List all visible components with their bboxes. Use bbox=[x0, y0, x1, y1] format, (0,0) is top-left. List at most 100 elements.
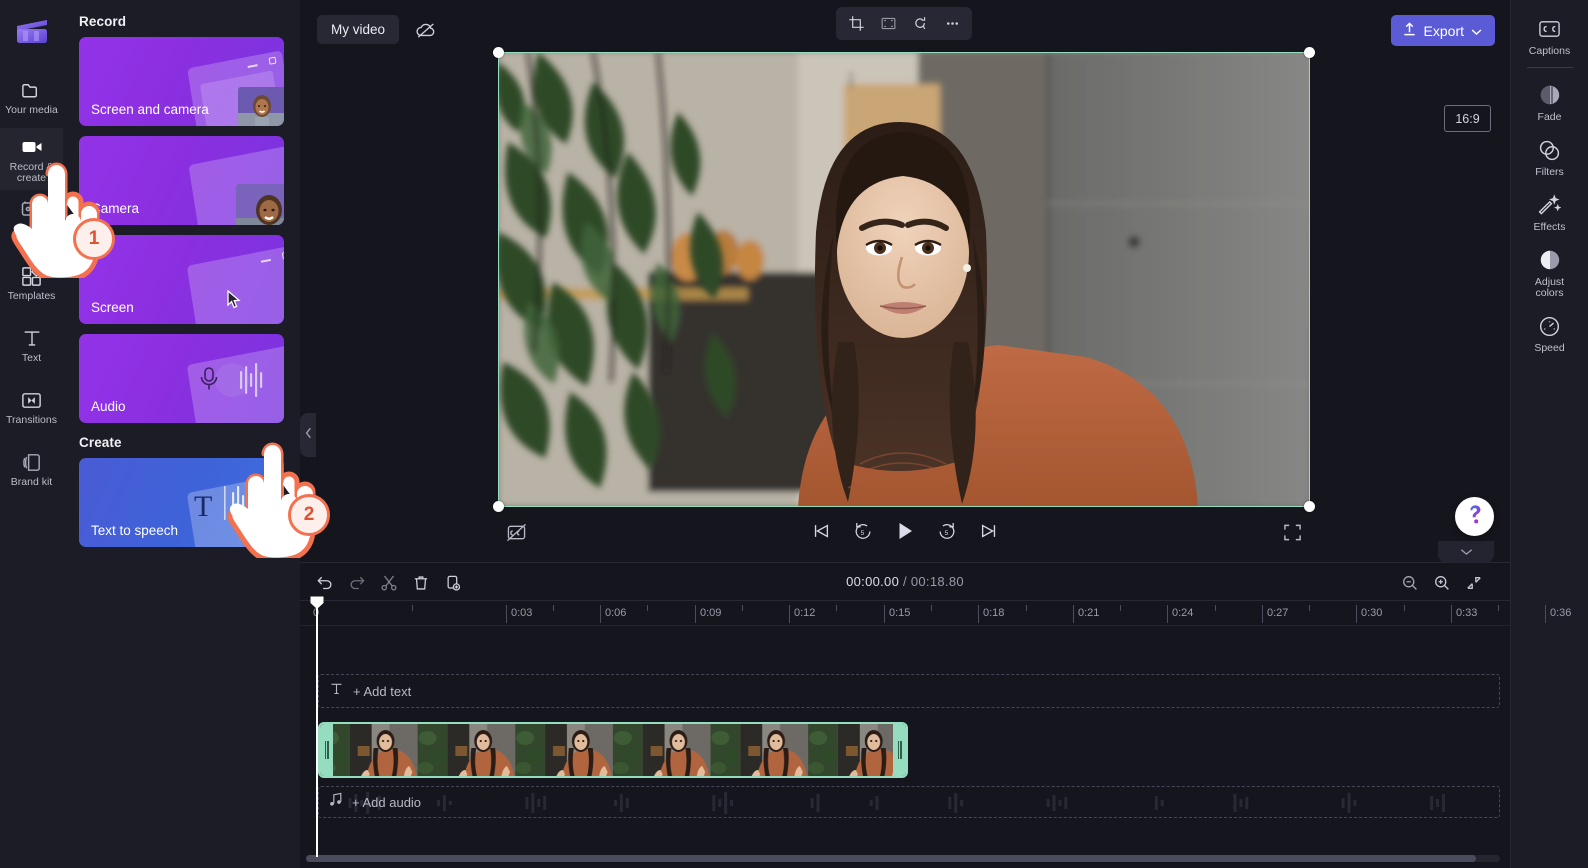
captions-off-icon[interactable] bbox=[503, 519, 529, 545]
chevron-down-icon bbox=[1471, 23, 1482, 39]
sidebar-item-label: Text bbox=[21, 352, 42, 364]
playback-bar: 5 5 bbox=[300, 512, 1510, 558]
screen-and-camera-record-card[interactable]: Screen and camera bbox=[79, 37, 284, 126]
delete-button[interactable] bbox=[408, 571, 434, 595]
annotation-badge-1: 1 bbox=[73, 218, 115, 260]
export-button[interactable]: Export bbox=[1390, 15, 1495, 46]
text-to-speech-card[interactable]: T Text to speech bbox=[79, 458, 284, 547]
resize-handle-tr[interactable] bbox=[1304, 47, 1315, 58]
ruler-label: 0:15 bbox=[889, 607, 911, 619]
ruler-label: 0:36 bbox=[1550, 607, 1572, 619]
aspect-ratio-badge[interactable]: 16:9 bbox=[1444, 105, 1491, 132]
svg-text:5: 5 bbox=[860, 530, 864, 537]
duplicate-button[interactable] bbox=[440, 571, 466, 595]
sidebar-item-label: Your media bbox=[5, 104, 58, 116]
jump-to-end-button[interactable] bbox=[976, 518, 1002, 544]
top-toolbar: My video Export bbox=[300, 0, 1510, 58]
timeline-scrollbar[interactable] bbox=[306, 855, 1500, 862]
annotation-badge-2: 2 bbox=[288, 494, 330, 536]
audio-waveform-icon bbox=[348, 792, 1445, 814]
ruler-label: 0:27 bbox=[1267, 607, 1289, 619]
right-rail-label: Fade bbox=[1537, 111, 1562, 123]
help-button[interactable] bbox=[1455, 497, 1494, 536]
right-rail-item-captions[interactable]: Captions bbox=[1511, 8, 1588, 63]
sidebar-item-record-create[interactable]: Record & create bbox=[0, 128, 63, 190]
resize-handle-br[interactable] bbox=[1304, 501, 1315, 512]
add-audio-label: + Add audio bbox=[352, 794, 422, 810]
video-clip[interactable] bbox=[318, 722, 908, 778]
templates-icon bbox=[20, 264, 44, 288]
speed-icon bbox=[1538, 314, 1562, 338]
right-rail-item-effects[interactable]: Effects bbox=[1511, 184, 1588, 239]
microphone-icon bbox=[196, 360, 274, 405]
crop-icon[interactable] bbox=[841, 10, 871, 37]
fullscreen-button[interactable] bbox=[1280, 520, 1304, 544]
fade-icon bbox=[1538, 83, 1562, 107]
folder-icon bbox=[20, 78, 44, 102]
preview-float-toolbar bbox=[836, 7, 972, 40]
project-title-button[interactable]: My video bbox=[317, 15, 400, 44]
ruler-label: 0:03 bbox=[511, 607, 533, 619]
badge-number: 1 bbox=[88, 228, 100, 249]
right-rail-item-speed[interactable]: Speed bbox=[1511, 305, 1588, 360]
sidebar-item-your-media[interactable]: Your media bbox=[0, 66, 63, 128]
scrollbar-thumb[interactable] bbox=[306, 855, 1477, 862]
right-rail-item-filters[interactable]: Filters bbox=[1511, 129, 1588, 184]
filters-icon bbox=[1538, 138, 1562, 162]
undo-button[interactable] bbox=[312, 571, 338, 595]
transitions-icon bbox=[20, 388, 44, 412]
avatar bbox=[238, 87, 284, 126]
resize-handle-tl[interactable] bbox=[493, 47, 504, 58]
panel-collapse-button[interactable] bbox=[300, 413, 316, 457]
brand-kit-icon bbox=[20, 450, 44, 474]
timeline-tracks: + Add text + Add audio bbox=[300, 626, 1510, 846]
sidebar-item-templates[interactable]: Templates bbox=[0, 252, 63, 314]
fit-timeline-button[interactable] bbox=[1462, 571, 1486, 595]
sidebar-item-text[interactable]: Text bbox=[0, 314, 63, 376]
more-icon[interactable] bbox=[937, 10, 967, 37]
clip-trim-handle-left[interactable] bbox=[320, 724, 333, 776]
timecode-display: 00:00.00 / 00:18.80 bbox=[846, 574, 964, 589]
playhead-handle[interactable] bbox=[309, 595, 325, 611]
right-rail-item-adjust-colors[interactable]: Adjust colors bbox=[1511, 239, 1588, 305]
sidebar-item-brand-kit[interactable]: Brand kit bbox=[0, 438, 63, 500]
rewind-5-seconds-button[interactable]: 5 bbox=[850, 518, 876, 544]
camera-record-card[interactable]: Camera bbox=[79, 136, 284, 225]
redo-button[interactable] bbox=[344, 571, 370, 595]
fit-to-screen-icon[interactable] bbox=[873, 10, 903, 37]
jump-to-start-button[interactable] bbox=[808, 518, 834, 544]
divider bbox=[1526, 67, 1573, 68]
text-icon bbox=[20, 326, 44, 350]
right-rail-label: Speed bbox=[1534, 342, 1565, 354]
timeline-ruler[interactable]: 0 0:03 0:06 0:09 0:12 0:15 0:18 0:21 0:2… bbox=[300, 600, 1571, 626]
right-rail: Captions Fade Filters Effects Adjust col… bbox=[1510, 0, 1588, 868]
play-button[interactable] bbox=[892, 518, 918, 544]
video-preview[interactable] bbox=[498, 52, 1310, 507]
clip-trim-handle-right[interactable] bbox=[893, 724, 906, 776]
sidebar-item-label: Content library bbox=[13, 222, 50, 246]
timeline-toolbar: 00:00.00 / 00:18.80 bbox=[300, 562, 1510, 600]
sidebar-item-transitions[interactable]: Transitions bbox=[0, 376, 63, 438]
rotate-icon[interactable] bbox=[905, 10, 935, 37]
right-rail-label: Captions bbox=[1528, 45, 1571, 57]
right-rail-item-fade[interactable]: Fade bbox=[1511, 74, 1588, 129]
cloud-off-icon[interactable] bbox=[410, 14, 442, 45]
panel-heading-create: Create bbox=[79, 435, 122, 450]
audio-record-card[interactable]: Audio bbox=[79, 334, 284, 423]
playback-controls: 5 5 bbox=[808, 518, 1002, 544]
left-rail: Your media Record & create Content libra… bbox=[0, 0, 63, 868]
split-button[interactable] bbox=[376, 571, 402, 595]
forward-5-seconds-button[interactable]: 5 bbox=[934, 518, 960, 544]
add-audio-track[interactable]: + Add audio bbox=[318, 786, 1500, 818]
card-label: Text to speech bbox=[91, 523, 179, 538]
sidebar-item-label: Brand kit bbox=[10, 476, 53, 488]
app-logo-icon[interactable] bbox=[13, 12, 51, 50]
question-mark-icon bbox=[1464, 502, 1486, 531]
zoom-out-button[interactable] bbox=[1398, 571, 1422, 595]
resize-handle-bl[interactable] bbox=[493, 501, 504, 512]
zoom-in-button[interactable] bbox=[1430, 571, 1454, 595]
add-text-track[interactable]: + Add text bbox=[318, 674, 1500, 708]
grip-icon bbox=[324, 741, 329, 759]
timeline-collapse-button[interactable] bbox=[1438, 541, 1494, 563]
sidebar-item-content-library[interactable]: Content library bbox=[0, 190, 63, 252]
